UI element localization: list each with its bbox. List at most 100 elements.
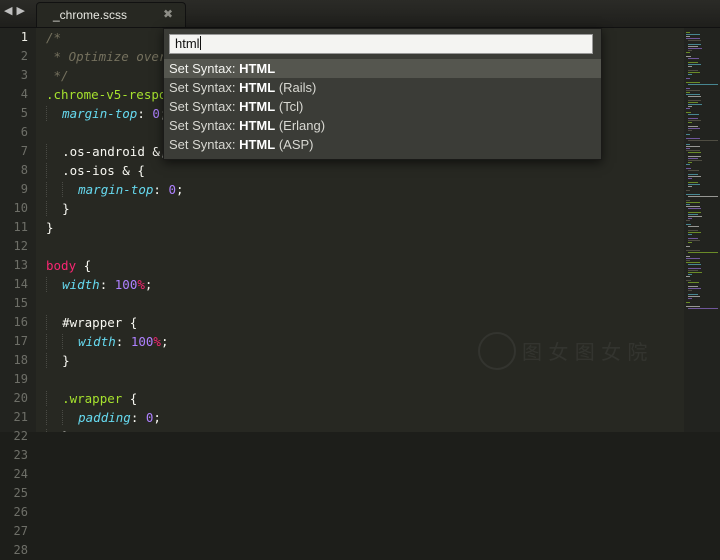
line-number: 17 [13,334,28,348]
line-number: 23 [13,448,28,462]
palette-item[interactable]: Set Syntax: HTML (ASP) [164,135,601,154]
minimap-stroke [686,258,700,259]
minimap-stroke [686,246,690,247]
code-token: : [137,106,153,121]
minimap-stroke [688,40,701,41]
code-line: body { [46,256,91,275]
code-token: /* [46,30,62,45]
minimap-stroke [688,102,699,103]
minimap-stroke [686,204,690,205]
minimap-stroke [688,48,703,49]
command-palette-input[interactable]: html [169,34,593,54]
line-number: 15 [13,296,28,310]
minimap-stroke [688,272,703,273]
minimap-stroke [686,206,701,207]
minimap-stroke [688,100,701,101]
minimap-stroke [688,104,703,105]
code-token: : [99,277,115,292]
line-number: 18 [13,353,28,367]
tab-chrome-scss[interactable]: _chrome.scss ✖ [36,2,186,27]
minimap-stroke [688,96,701,97]
code-token: ; [144,277,153,292]
code-line: */ [46,66,69,85]
minimap-stroke [686,280,691,281]
minimap-stroke [688,70,698,71]
code-token: : [153,182,169,197]
code-token: : [130,410,146,425]
code-token: .wrapper [62,391,123,406]
palette-item-suffix: (Tcl) [275,99,304,114]
minimap-stroke [686,138,701,139]
close-icon[interactable]: ✖ [163,7,173,21]
minimap-stroke [688,174,698,175]
minimap-stroke [688,158,699,159]
minimap-stroke [688,162,692,163]
palette-item[interactable]: Set Syntax: HTML (Erlang) [164,116,601,135]
minimap-stroke [686,108,690,109]
line-number: 3 [20,68,28,82]
palette-item-prefix: Set Syntax: [169,118,240,133]
palette-item[interactable]: Set Syntax: HTML (Rails) [164,78,601,97]
palette-item-prefix: Set Syntax: [169,61,240,76]
minimap-stroke [688,152,701,153]
line-number: 20 [13,391,28,405]
indent-guide [46,334,63,349]
code-line: .wrapper { [46,389,137,408]
minimap[interactable] [684,28,720,432]
minimap-stroke [686,164,690,165]
triangle-right-icon[interactable]: ▶ [16,4,28,17]
minimap-stroke [688,230,698,231]
code-token: padding [78,410,131,425]
code-token: 100 [114,277,138,292]
line-number: 2 [20,49,28,63]
minimap-stroke [688,170,700,171]
minimap-stroke [686,150,701,151]
palette-item-match: HTML [239,137,276,152]
minimap-stroke [688,66,692,67]
code-token: ; [175,182,184,197]
code-line: } [46,218,54,237]
minimap-stroke [686,146,700,147]
indent-guide [46,182,63,197]
minimap-stroke [686,148,690,149]
minimap-stroke [688,196,718,197]
palette-item[interactable]: Set Syntax: HTML (Tcl) [164,97,601,116]
minimap-stroke [688,186,692,187]
code-line: .os-android &, [46,142,167,161]
code-token: width [62,277,100,292]
minimap-stroke [688,208,701,209]
line-number: 19 [13,372,28,386]
watermark-text: 图 女 图 女 院 [522,340,648,364]
minimap-stroke [688,242,692,243]
triangle-left-icon[interactable]: ◀ [4,4,16,17]
minimap-stroke [688,288,701,289]
palette-item-match: HTML [239,61,276,76]
minimap-stroke [686,256,690,257]
minimap-stroke [688,216,703,217]
minimap-stroke [686,32,690,33]
code-token: .os-ios & { [62,163,145,178]
minimap-stroke [688,232,701,233]
minimap-stroke [688,176,701,177]
minimap-stroke [688,130,692,131]
line-number: 28 [13,543,28,557]
line-number: 22 [13,429,28,443]
code-token: body [46,258,77,273]
line-number: 10 [13,201,28,215]
palette-item[interactable]: Set Syntax: HTML [164,59,601,78]
minimap-stroke [688,270,699,271]
minimap-stroke [686,200,690,201]
minimap-stroke [688,286,698,287]
line-number: 11 [13,220,28,234]
code-token: .chrome-v5-respons [46,87,182,102]
minimap-stroke [688,72,700,73]
minimap-stroke [688,178,692,179]
minimap-stroke [686,168,691,169]
minimap-stroke [688,64,701,65]
indent-guide [46,315,63,330]
indent-guide [46,163,63,178]
minimap-stroke [688,282,700,283]
code-token: width [78,334,116,349]
code-token: 0 [152,106,160,121]
indent-guide [46,353,63,368]
